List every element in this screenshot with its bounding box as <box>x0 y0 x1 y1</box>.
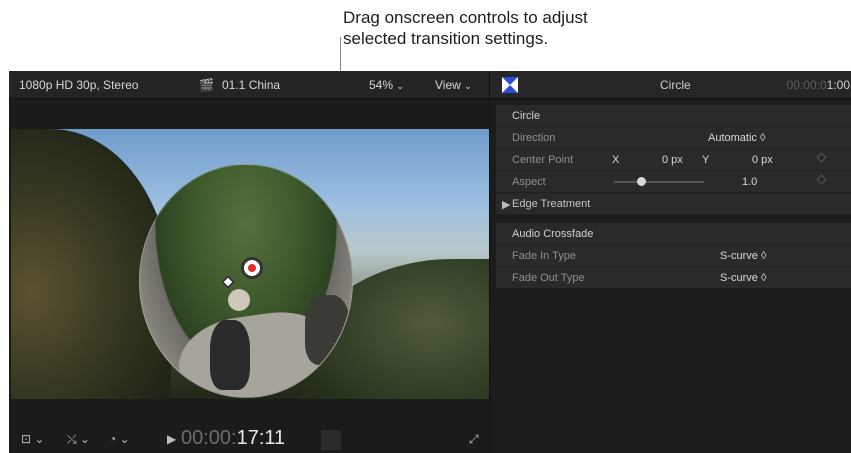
format-label: 1080p HD 30p, Stereo <box>19 78 139 92</box>
playhead-timecode: 00:00:17:11 <box>181 427 286 449</box>
aspect-value[interactable]: 1.0 <box>742 176 757 188</box>
clip-name: 01.1 China <box>222 78 281 92</box>
chevron-down-icon: ⌄ <box>464 81 472 91</box>
clapperboard-icon: 🎬 <box>199 78 214 92</box>
inspector: Circle 00:00:01:00 Circle Direction Auto… <box>489 71 851 453</box>
center-y-field[interactable]: 0 px <box>752 154 773 166</box>
video-frame[interactable] <box>11 129 489 399</box>
inspector-title: Circle <box>660 78 691 92</box>
fade-out-popup[interactable]: S-curve ◊ <box>720 272 766 284</box>
fade-in-row: Fade In Type S-curve ◊ <box>496 245 851 267</box>
aspect-slider[interactable] <box>614 177 704 186</box>
audio-crossfade-settings: Audio Crossfade Fade In Type S-curve ◊ F… <box>496 223 851 289</box>
callout-line-1: Drag onscreen controls to adjust <box>343 8 588 27</box>
fade-in-label: Fade In Type <box>512 250 577 262</box>
circle-section-title: Circle <box>512 110 541 122</box>
inspector-header: Circle 00:00:01:00 <box>490 71 851 99</box>
keyframe-icon[interactable] <box>816 174 827 185</box>
transition-duration: 00:00:01:00 <box>786 78 850 92</box>
viewer: 1080p HD 30p, Stereo 🎬 01.1 China 54% ⌄ … <box>9 71 489 453</box>
fade-in-popup[interactable]: S-curve ◊ <box>720 250 766 262</box>
edge-treatment-row[interactable]: ▶ Edge Treatment <box>496 193 851 215</box>
aspect-slider-knob[interactable] <box>637 177 646 186</box>
center-point-label: Center Point <box>512 154 574 166</box>
view-menu[interactable]: View ⌄ <box>435 78 472 92</box>
helmet <box>228 289 250 311</box>
fullscreen-icon[interactable]: ⤢ <box>469 432 479 447</box>
transform-tools-icon[interactable]: ⤯ ⌄ <box>67 432 90 447</box>
chevron-down-icon: ⌄ <box>396 81 404 91</box>
center-y-label: Y <box>702 154 710 166</box>
circle-transition-mask <box>139 164 353 398</box>
aspect-label: Aspect <box>512 176 546 188</box>
center-x-label: X <box>612 154 620 166</box>
circle-settings: Circle Direction Automatic ◊ Center Poin… <box>496 105 851 215</box>
disclosure-triangle-icon[interactable]: ▶ <box>502 198 510 211</box>
edge-treatment-label: Edge Treatment <box>512 198 591 210</box>
viewer-footer: ⊡ ⌄ ⤯ ⌄ ◔ ⌄ ▶ 00:00:17:11 ⤢ <box>9 427 489 453</box>
audio-meter <box>321 430 341 450</box>
viewer-toolbar: 1080p HD 30p, Stereo 🎬 01.1 China 54% ⌄ … <box>9 71 489 99</box>
rider-left <box>210 320 250 390</box>
final-cut-window: 1080p HD 30p, Stereo 🎬 01.1 China 54% ⌄ … <box>9 71 851 453</box>
direction-label: Direction <box>512 132 556 144</box>
rider-right <box>305 295 350 365</box>
audio-crossfade-title: Audio Crossfade <box>512 228 594 240</box>
callout-text: Drag onscreen controls to adjust selecte… <box>343 7 673 49</box>
speed-gauge-icon[interactable]: ◔ ⌄ <box>109 432 130 446</box>
aspect-row: Aspect 1.0 <box>496 171 851 193</box>
keyframe-icon[interactable] <box>816 152 827 163</box>
direction-popup[interactable]: Automatic ◊ <box>708 132 765 144</box>
center-point-row: Center Point X 0 px Y 0 px <box>496 149 851 171</box>
fade-out-row: Fade Out Type S-curve ◊ <box>496 267 851 289</box>
circle-center-handle[interactable] <box>241 257 263 279</box>
play-icon[interactable]: ▶ <box>167 432 176 446</box>
callout-line-2: selected transition settings. <box>343 29 549 48</box>
zoom-menu[interactable]: 54% ⌄ <box>369 78 404 92</box>
transition-icon <box>502 77 518 93</box>
layout-dropdown-icon[interactable]: ⊡ ⌄ <box>21 432 44 446</box>
fade-out-label: Fade Out Type <box>512 272 585 284</box>
direction-row: Direction Automatic ◊ <box>496 127 851 149</box>
center-x-field[interactable]: 0 px <box>662 154 683 166</box>
